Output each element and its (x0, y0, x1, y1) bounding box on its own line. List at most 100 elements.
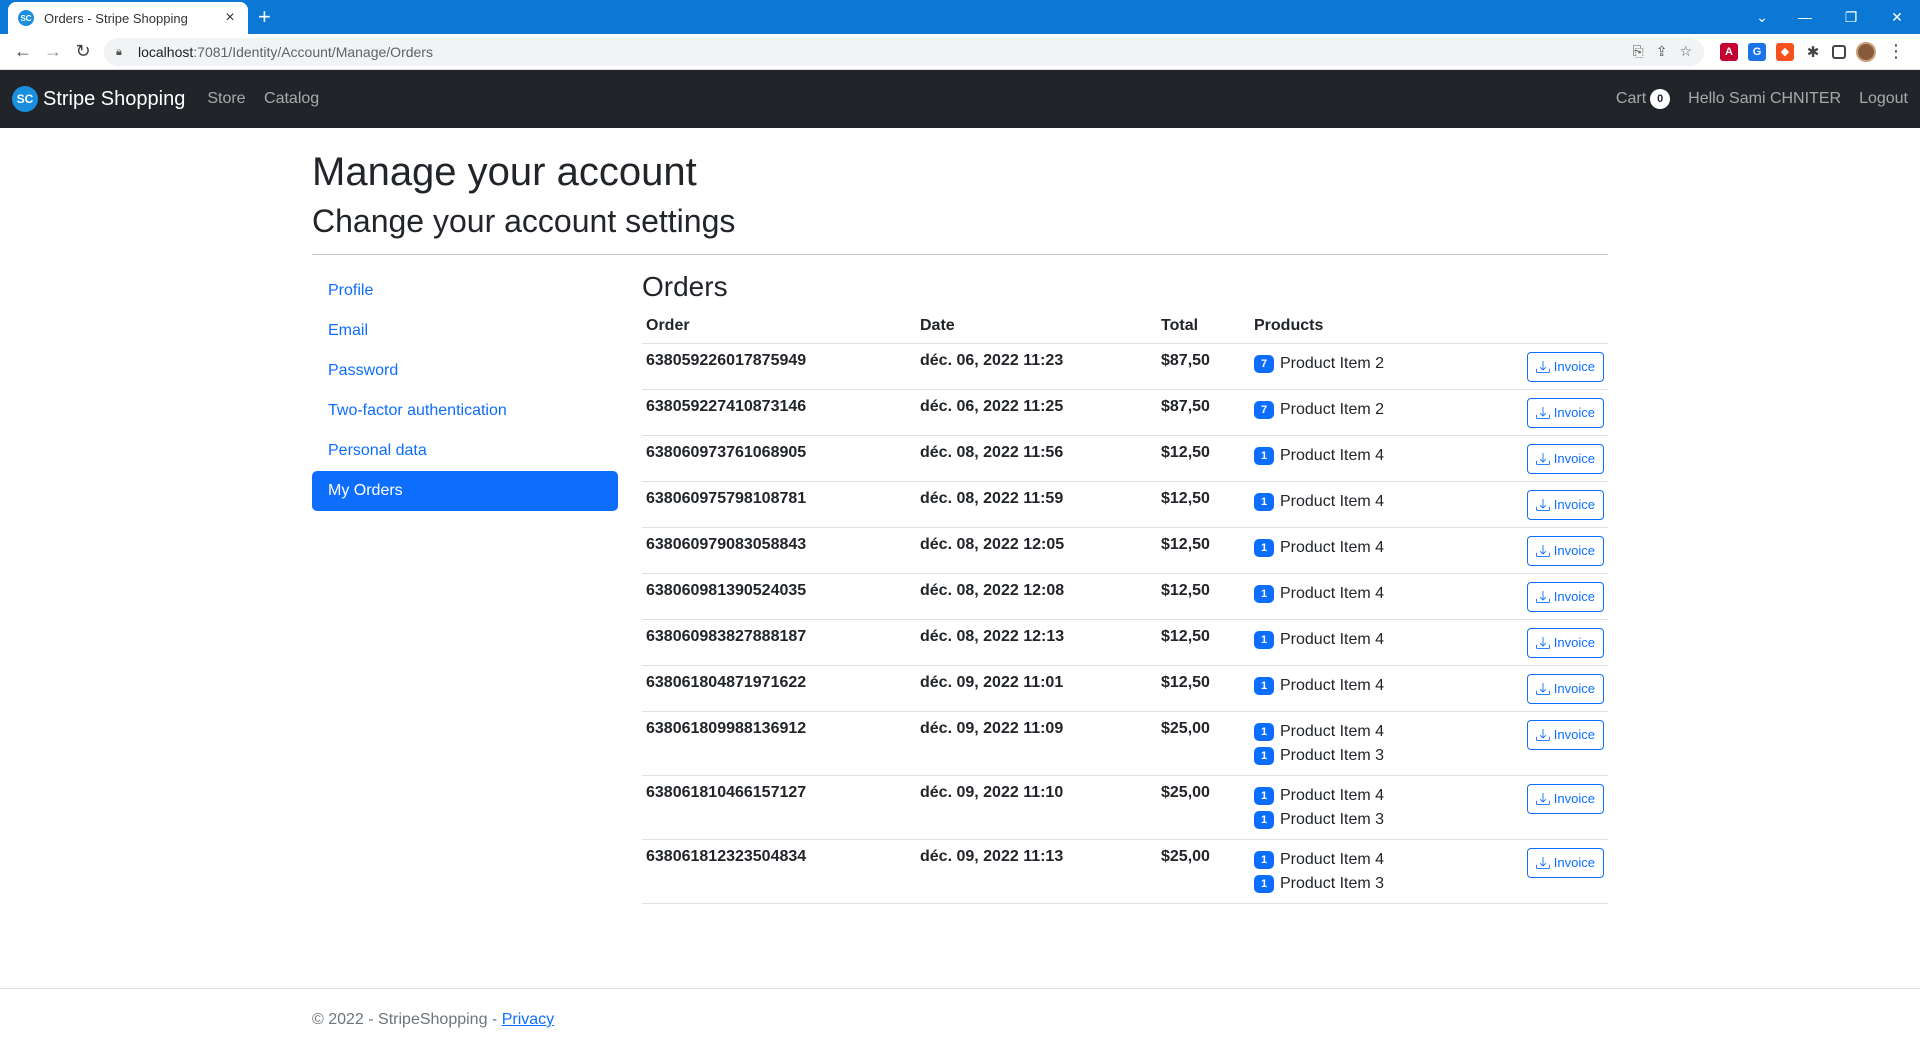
product-line: 1 Product Item 4 (1254, 536, 1467, 560)
invoice-button[interactable]: Invoice (1526, 627, 1604, 658)
invoice-button[interactable]: Invoice (1526, 535, 1604, 566)
order-total-cell: $87,50 (1157, 389, 1250, 436)
translate-icon[interactable]: ⎘ (1633, 43, 1644, 60)
product-line: 7 Product Item 2 (1254, 352, 1467, 376)
invoice-label: Invoice (1553, 497, 1595, 513)
product-name: Product Item 4 (1280, 446, 1385, 464)
product-line: 1 Product Item 4 (1254, 784, 1467, 808)
order-id-cell: 638060979083058843 (642, 527, 916, 574)
order-products-cell: 1 Product Item 4 (1250, 481, 1472, 528)
invoice-button[interactable]: Invoice (1526, 489, 1604, 520)
sidebar-item-email[interactable]: Email (312, 311, 618, 351)
invoice-label: Invoice (1553, 681, 1595, 697)
back-arrow-icon[interactable]: ← (8, 37, 38, 67)
puzzle-extensions-icon[interactable]: ✱ (1804, 43, 1822, 61)
tab-search-chevron-down-icon[interactable]: ⌄ (1742, 0, 1782, 34)
order-date-cell: déc. 08, 2022 12:13 (916, 619, 1157, 666)
nav-link-catalog[interactable]: Catalog (264, 90, 319, 107)
order-products-cell: 1 Product Item 4 (1250, 619, 1472, 666)
download-icon (1535, 682, 1550, 696)
quantity-badge: 1 (1254, 850, 1274, 869)
table-row: 638059227410873146 déc. 06, 2022 11:25 $… (642, 389, 1608, 436)
invoice-button[interactable]: Invoice (1526, 351, 1604, 382)
logout-link[interactable]: Logout (1859, 90, 1908, 108)
angular-extension-icon[interactable]: A (1720, 42, 1738, 61)
sidebar-item-two-factor[interactable]: Two-factor authentication (312, 391, 618, 431)
product-name: Product Item 2 (1280, 354, 1385, 372)
order-total-cell: $12,50 (1157, 573, 1250, 620)
product-name: Product Item 4 (1280, 722, 1385, 740)
sidebar-item-profile[interactable]: Profile (312, 271, 618, 311)
product-line: 1 Product Item 4 (1254, 444, 1467, 468)
orders-table: Order Date Total Products 63805922601787… (642, 311, 1608, 904)
reload-icon[interactable]: ↻ (68, 37, 98, 67)
close-tab-icon[interactable]: × (222, 9, 238, 27)
order-id-cell: 638060973761068905 (642, 435, 916, 482)
browser-tab-bar: SC Orders - Stripe Shopping × + ⌄ — ❐ ✕ (0, 0, 1920, 34)
order-total-cell: $25,00 (1157, 839, 1250, 904)
browser-tab[interactable]: SC Orders - Stripe Shopping × (8, 2, 248, 34)
download-icon (1535, 406, 1550, 420)
table-row: 638061804871971622 déc. 09, 2022 11:01 $… (642, 665, 1608, 712)
invoice-button[interactable]: Invoice (1526, 847, 1604, 878)
forward-arrow-icon[interactable]: → (38, 37, 68, 67)
table-row: 638060981390524035 déc. 08, 2022 12:08 $… (642, 573, 1608, 620)
product-name: Product Item 4 (1280, 630, 1385, 648)
order-id-cell: 638061804871971622 (642, 665, 916, 712)
table-row: 638061810466157127 déc. 09, 2022 11:10 $… (642, 775, 1608, 840)
close-window-icon[interactable]: ✕ (1874, 0, 1920, 34)
order-actions-cell: Invoice (1471, 527, 1608, 574)
order-total-cell: $25,00 (1157, 775, 1250, 840)
download-icon (1535, 360, 1550, 374)
sidebar-item-personal-data[interactable]: Personal data (312, 431, 618, 471)
quantity-badge: 1 (1254, 746, 1274, 765)
share-icon[interactable]: ⇪ (1656, 43, 1668, 60)
order-total-cell: $87,50 (1157, 343, 1250, 390)
order-actions-cell: Invoice (1471, 711, 1608, 776)
orders-section: Orders Order Date Total Products 6380592… (642, 271, 1608, 904)
footer-copyright: © 2022 - StripeShopping - (312, 1011, 502, 1028)
table-row: 638060979083058843 déc. 08, 2022 12:05 $… (642, 527, 1608, 574)
bookmark-star-icon[interactable]: ☆ (1679, 43, 1692, 60)
nav-link-store[interactable]: Store (207, 90, 245, 107)
brand-link[interactable]: SC Stripe Shopping (12, 86, 185, 112)
extension-icon[interactable]: ◆ (1776, 42, 1794, 61)
page-subtitle: Change your account settings (312, 203, 736, 239)
invoice-button[interactable]: Invoice (1526, 397, 1604, 428)
product-name: Product Item 3 (1280, 746, 1385, 764)
order-id-cell: 638060975798108781 (642, 481, 916, 528)
product-name: Product Item 4 (1280, 492, 1385, 510)
table-row: 638061812323504834 déc. 09, 2022 11:13 $… (642, 839, 1608, 904)
invoice-button[interactable]: Invoice (1526, 443, 1604, 474)
invoice-label: Invoice (1553, 855, 1595, 871)
order-actions-cell: Invoice (1471, 665, 1608, 712)
invoice-button[interactable]: Invoice (1526, 719, 1604, 750)
table-row: 638059226017875949 déc. 06, 2022 11:23 $… (642, 343, 1608, 390)
page-title: Manage your account (312, 150, 697, 194)
invoice-label: Invoice (1553, 589, 1595, 605)
translate-extension-icon[interactable]: G (1748, 42, 1766, 61)
quantity-badge: 7 (1254, 354, 1274, 373)
invoice-button[interactable]: Invoice (1526, 783, 1604, 814)
side-panel-icon[interactable] (1832, 44, 1846, 59)
invoice-button[interactable]: Invoice (1526, 673, 1604, 704)
order-actions-cell: Invoice (1471, 343, 1608, 390)
url-field[interactable]: 🔒︎ localhost:7081/Identity/Account/Manag… (104, 37, 1704, 66)
profile-avatar-icon[interactable] (1856, 41, 1876, 62)
browser-menu-icon[interactable]: ⋮ (1886, 41, 1906, 62)
sidebar-item-my-orders[interactable]: My Orders (312, 471, 618, 512)
tab-title: Orders - Stripe Shopping (44, 10, 188, 26)
app-navbar: SC Stripe Shopping Store Catalog Cart 0 … (0, 70, 1920, 128)
cart-link[interactable]: Cart 0 (1616, 89, 1671, 109)
new-tab-icon[interactable]: + (258, 4, 271, 30)
order-products-cell: 1 Product Item 4 (1250, 435, 1472, 482)
privacy-link[interactable]: Privacy (502, 1011, 554, 1028)
minimize-icon[interactable]: — (1782, 0, 1828, 34)
account-sidebar: Profile Email Password Two-factor authen… (312, 271, 618, 904)
user-greeting-link[interactable]: Hello Sami CHNITER (1688, 90, 1841, 108)
sidebar-item-password[interactable]: Password (312, 351, 618, 391)
order-products-cell: 1 Product Item 4 1 Product Item 3 (1250, 775, 1472, 840)
restore-icon[interactable]: ❐ (1828, 0, 1874, 34)
invoice-button[interactable]: Invoice (1526, 581, 1604, 612)
download-icon (1535, 636, 1550, 650)
